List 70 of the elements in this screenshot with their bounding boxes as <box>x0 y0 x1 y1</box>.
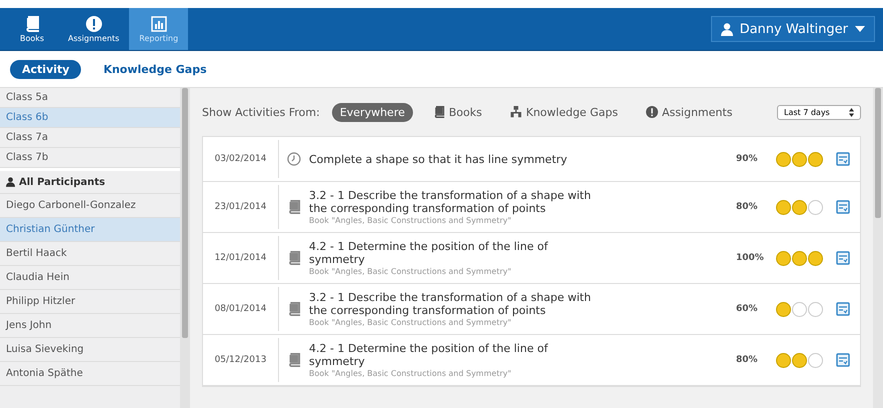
score-text: 80% <box>736 202 759 212</box>
caret-icon <box>855 26 865 32</box>
date-cell: 12/01/2014 <box>203 236 279 280</box>
nav-tab[interactable]: Assignments <box>58 8 130 50</box>
date-cell: 23/01/2014 <box>203 185 279 229</box>
filter-option[interactable]: Assignments <box>638 102 740 122</box>
activity-source: Book "Angles, Basic Constructions and Symmetry" <box>309 267 512 276</box>
report-icon[interactable] <box>836 200 850 214</box>
filter-option[interactable]: Books <box>424 102 490 122</box>
sub-tab[interactable]: Activity <box>10 60 82 78</box>
participants-header: All Participants <box>19 176 106 188</box>
score-text: 90% <box>736 154 759 164</box>
coin-icon <box>808 250 823 266</box>
user-menu-button[interactable]: Danny Waltinger <box>710 16 875 42</box>
coin-icon <box>808 352 823 368</box>
participant-item[interactable]: Christian Günther <box>0 218 180 242</box>
book-icon <box>287 353 301 367</box>
coin-icon <box>776 302 791 316</box>
range-select[interactable]: Last 7 days <box>777 104 861 120</box>
date-cell: 03/02/2014 <box>203 140 279 178</box>
coin-icon <box>792 250 807 266</box>
coin-icon <box>808 302 823 316</box>
coin-icon <box>792 352 807 368</box>
activity-title[interactable]: 4.2 - 1 Determine the position of the line of symmetry <box>309 240 599 266</box>
score-text: 60% <box>736 304 759 314</box>
coin-icon <box>808 200 823 214</box>
report-icon[interactable] <box>836 353 850 367</box>
alert-icon <box>646 106 658 118</box>
coin-icon <box>792 302 807 316</box>
filter-label: Show Activities From: <box>202 106 320 118</box>
activity-title[interactable]: 4.2 - 1 Determine the position of the line of symmetry <box>309 342 599 368</box>
report-icon[interactable] <box>836 152 850 166</box>
coin-icon <box>776 200 791 214</box>
chart-icon <box>150 16 167 32</box>
activity-title[interactable]: Complete a shape so that it has line symmetry <box>309 152 736 166</box>
score-text: 100% <box>736 253 765 263</box>
activity-source: Book "Angles, Basic Constructions and Symmetry" <box>309 216 512 225</box>
coin-icon <box>776 152 791 166</box>
coin-icon <box>792 200 807 214</box>
filter-option[interactable]: Knowledge Gaps <box>502 102 626 122</box>
book-icon <box>24 16 40 32</box>
filter-option[interactable]: Everywhere <box>332 102 413 122</box>
nav-tab[interactable]: Books <box>6 8 58 50</box>
coin-icon <box>776 250 791 266</box>
user-icon <box>6 177 15 187</box>
score-text: 80% <box>736 355 759 365</box>
activity-title[interactable]: 3.2 - 1 Describe the transformation of a shape with the corresponding transformation of points <box>309 291 599 317</box>
activity-title[interactable]: 3.2 - 1 Describe the transformation of a shape with the corresponding transformation of points <box>309 189 599 215</box>
report-icon[interactable] <box>836 251 850 265</box>
book-icon <box>287 251 301 265</box>
report-icon[interactable] <box>836 302 850 316</box>
activity-source: Book "Angles, Basic Constructions and Symmetry" <box>309 318 512 327</box>
book-icon <box>287 302 301 316</box>
alert-icon <box>86 16 102 32</box>
activity-source: Book "Angles, Basic Constructions and Symmetry" <box>309 369 512 378</box>
hierarchy-icon <box>510 106 522 118</box>
scrollbar[interactable] <box>180 88 190 408</box>
coin-icon <box>808 152 823 166</box>
scrollbar[interactable] <box>873 88 883 408</box>
book-icon <box>432 106 445 118</box>
coin-icon <box>776 352 791 368</box>
user-icon <box>720 22 733 36</box>
date-cell: 05/12/2013 <box>203 338 279 382</box>
spinner-icon <box>849 108 854 116</box>
class-item[interactable]: Class 6b <box>0 108 180 128</box>
clock-icon <box>287 152 301 166</box>
coin-icon <box>792 152 807 166</box>
date-cell: 08/01/2014 <box>203 287 279 331</box>
book-icon <box>287 200 301 214</box>
sub-tab[interactable]: Knowledge Gaps <box>91 60 219 78</box>
